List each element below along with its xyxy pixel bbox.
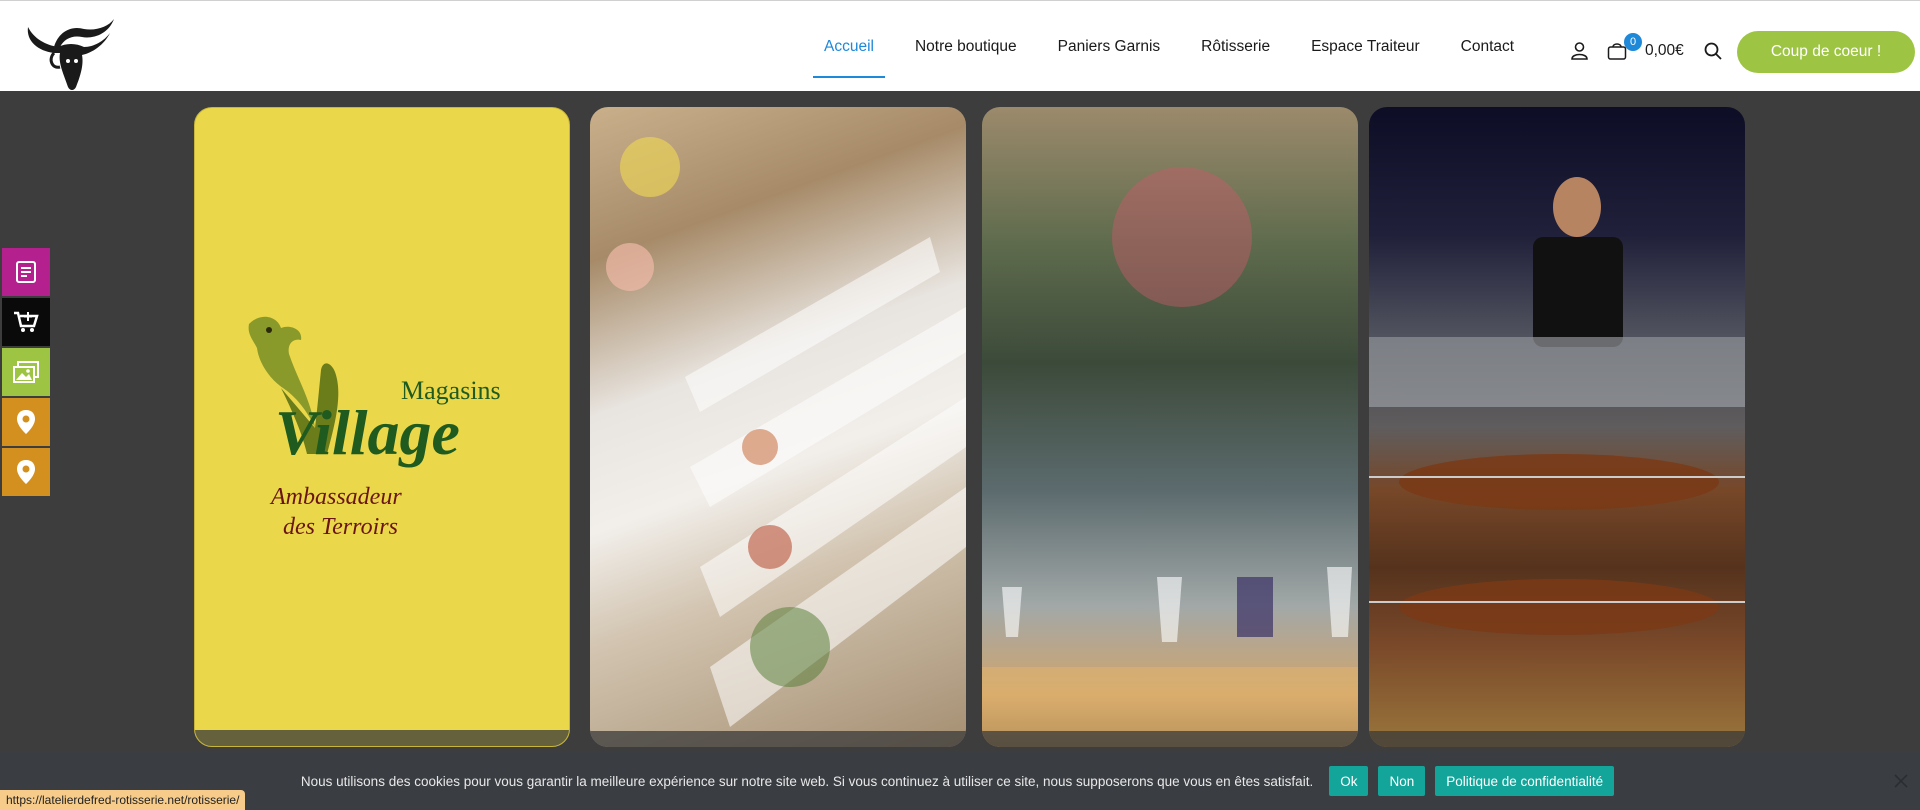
village-logo: Magasins Village Ambassadeur des Terroir… [248, 316, 501, 540]
nav-espace-traiteur[interactable]: Espace Traiteur [1311, 38, 1420, 56]
user-icon[interactable] [1571, 42, 1588, 65]
location-pin-icon[interactable] [2, 398, 50, 446]
village-card[interactable]: Magasins Village Ambassadeur des Terroir… [194, 107, 570, 747]
add-to-cart-icon[interactable] [2, 298, 50, 346]
buffet-photo [606, 137, 966, 727]
menu-card-icon[interactable] [2, 248, 50, 296]
nav-accueil[interactable]: Accueil [813, 38, 885, 78]
cart-total[interactable]: 0,00€ [1645, 42, 1684, 60]
search-icon[interactable] [1704, 42, 1722, 65]
close-icon[interactable] [1894, 774, 1908, 788]
main-nav: Accueil Notre boutique Paniers Garnis Rô… [813, 1, 1555, 92]
location-pin-icon[interactable] [2, 448, 50, 496]
cookie-non-button[interactable]: Non [1378, 766, 1426, 796]
village-line3: Ambassadeur [269, 484, 402, 510]
terrace-photo [982, 167, 1358, 747]
cookie-ok-button[interactable]: Ok [1329, 766, 1369, 796]
cookie-text: Nous utilisons des cookies pour vous gar… [300, 773, 1314, 789]
rotisserie-photo [1369, 177, 1745, 747]
cart-count-badge: 0 [1624, 33, 1642, 51]
village-line2: Village [275, 397, 460, 468]
gallery-icon[interactable] [2, 348, 50, 396]
nav-contact[interactable]: Contact [1461, 38, 1514, 56]
floating-sidebar [2, 248, 50, 498]
site-header: Accueil Notre boutique Paniers Garnis Rô… [0, 0, 1920, 91]
buffet-photo-card[interactable] [590, 107, 966, 747]
bull-logo-icon[interactable] [24, 13, 116, 91]
nav-paniers-garnis[interactable]: Paniers Garnis [1058, 38, 1161, 56]
nav-notre-boutique[interactable]: Notre boutique [915, 38, 1017, 56]
terrace-photo-card[interactable] [982, 107, 1358, 747]
rotisserie-photo-card[interactable] [1369, 107, 1745, 747]
privacy-policy-button[interactable]: Politique de confidentialité [1435, 766, 1615, 796]
status-bar-url: https://latelierdefred-rotisserie.net/ro… [0, 790, 246, 810]
nav-rotisserie[interactable]: Rôtisserie [1201, 38, 1270, 56]
coup-de-coeur-button[interactable]: Coup de coeur ! [1737, 31, 1915, 73]
card-footer [1369, 731, 1745, 747]
card-footer [195, 730, 569, 746]
card-footer [982, 731, 1358, 747]
cookie-banner: Nous utilisons des cookies pour vous gar… [0, 752, 1920, 810]
village-line4: des Terroirs [283, 514, 398, 540]
card-footer [590, 731, 966, 747]
